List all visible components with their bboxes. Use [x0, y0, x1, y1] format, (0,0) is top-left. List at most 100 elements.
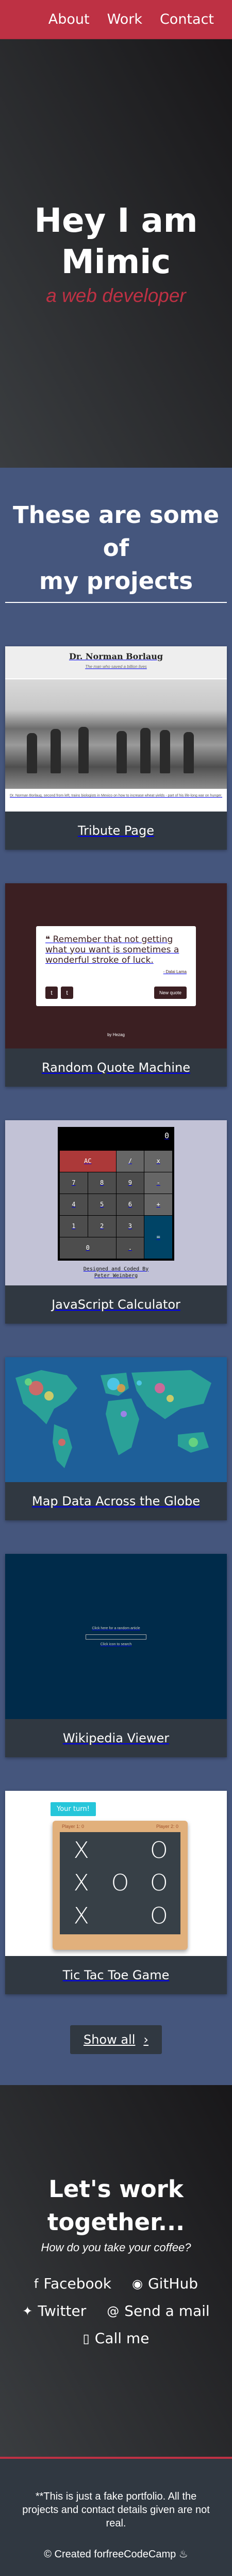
footer-credit-text: © Created forfreeCodeCamp	[44, 2549, 176, 2560]
facebook-icon: f	[34, 2276, 39, 2291]
project-title: Wikipedia Viewer	[62, 1731, 170, 1745]
nav-link-work[interactable]: Work	[98, 11, 151, 27]
calc-key: 1	[60, 1215, 88, 1237]
ttt-cell: O	[150, 1902, 168, 1929]
contact-link-facebook[interactable]: f Facebook	[34, 2275, 111, 2292]
project-tile-calculator[interactable]: 0 AC / x 7 8 9 - 4 5 6 + 1 2 3 = 0 . Des…	[5, 1120, 227, 1324]
quote-author: - Dalai Lama	[163, 969, 187, 974]
calc-key: /	[116, 1150, 144, 1172]
twitter-icon: t	[45, 986, 58, 999]
contact-link-label: Call me	[94, 2330, 150, 2347]
wiki-search-input	[86, 1634, 146, 1640]
calc-key: -	[144, 1172, 172, 1194]
projects-heading: These are some of my projects	[5, 499, 227, 603]
hero-title-line2: Mimic	[61, 243, 171, 281]
project-tile-tribute[interactable]: Dr. Norman Borlaug The man who saved a b…	[5, 646, 227, 850]
thumb-header: Dr. Norman Borlaug The man who saved a b…	[5, 646, 227, 678]
calculator-keys: AC / x 7 8 9 - 4 5 6 + 1 2 3 = 0 .	[60, 1150, 172, 1259]
contact-link-phone[interactable]: ▯ Call me	[83, 2330, 150, 2347]
project-title: Tribute Page	[77, 823, 155, 838]
quote-box: ❝ Remember that not getting what you wan…	[36, 926, 196, 1006]
footer-disclaimer: **This is just a fake portfolio. All the…	[22, 2491, 210, 2529]
contact-links: f Facebook ◉ GitHub ✦ Twitter @ Send a m…	[0, 2275, 232, 2347]
ttt-cell: O	[150, 1837, 168, 1864]
ttt-cell: X	[73, 1902, 89, 1929]
random-article-link: Click here for a random article	[92, 1627, 140, 1630]
contact-link-github[interactable]: ◉ GitHub	[132, 2275, 198, 2292]
calc-key: 0	[60, 1237, 116, 1259]
nav-link-about[interactable]: About	[40, 11, 98, 27]
project-title: Tic Tac Toe Game	[62, 1968, 170, 1982]
world-map-image	[5, 1357, 227, 1482]
hero-subtitle: a web developer	[46, 285, 186, 306]
player-left-score: Player 1: 0	[62, 1824, 85, 1829]
project-tile-map[interactable]: Map Data Across the Globe	[5, 1357, 227, 1520]
calc-key: 7	[60, 1172, 88, 1194]
project-thumbnail: Click here for a random article Click ic…	[5, 1554, 227, 1719]
top-nav: About Work Contact	[0, 0, 232, 39]
contact-section: Let's work together... How do you take y…	[0, 2085, 232, 2457]
tribute-photo	[5, 679, 227, 789]
contact-subtitle: How do you take your coffee?	[41, 2241, 191, 2254]
project-tile-quote-machine[interactable]: ❝ Remember that not getting what you wan…	[5, 883, 227, 1087]
github-icon: ◉	[132, 2276, 143, 2291]
game-grid: X O X O O X O	[60, 1832, 180, 1934]
calc-key: AC	[60, 1150, 116, 1172]
phone-icon: ▯	[82, 2331, 90, 2346]
footer: **This is just a fake portfolio. All the…	[0, 2457, 232, 2576]
project-title: Random Quote Machine	[41, 1060, 191, 1075]
thumb-tribute-caption: Dr. Norman Borlaug, second from left, tr…	[9, 794, 223, 798]
hero-title-line1: Hey I am	[34, 202, 198, 240]
contact-link-label: Send a mail	[124, 2302, 210, 2319]
project-thumbnail	[5, 1357, 227, 1482]
calc-key: =	[144, 1215, 172, 1259]
calc-key: 4	[60, 1194, 88, 1215]
contact-heading-line1: Let's work	[48, 2175, 184, 2203]
welcome-section: Hey I am Mimic a web developer	[0, 39, 232, 468]
contact-link-twitter[interactable]: ✦ Twitter	[22, 2302, 86, 2319]
ttt-cell	[101, 1900, 139, 1932]
project-tile-tic-tac-toe[interactable]: Your turn! Player 1: 0 Player 2: 0 X O X…	[5, 1791, 227, 1994]
tumblr-icon: t	[61, 986, 73, 999]
contact-link-label: Twitter	[38, 2302, 87, 2319]
calc-key: 9	[116, 1172, 144, 1194]
ttt-cell: O	[150, 1870, 168, 1897]
player-right-score: Player 2: 0	[156, 1824, 178, 1829]
calc-key: x	[144, 1150, 172, 1172]
project-thumbnail: Dr. Norman Borlaug The man who saved a b…	[5, 646, 227, 812]
projects-heading-line2: my projects	[39, 567, 193, 595]
contact-heading-line2: together...	[47, 2208, 185, 2236]
ttt-cell	[101, 1834, 139, 1867]
ttt-cell: O	[111, 1870, 129, 1897]
quote-text-body: Remember that not getting what you want …	[45, 934, 179, 965]
game-board: Player 1: 0 Player 2: 0 X O X O O X O	[53, 1821, 188, 1950]
contact-link-email[interactable]: @ Send a mail	[107, 2302, 209, 2319]
project-title: JavaScript Calculator	[52, 1297, 180, 1312]
project-tile-wikipedia[interactable]: Click here for a random article Click ic…	[5, 1554, 227, 1757]
quote-by: by Hezag	[107, 1032, 125, 1037]
twitter-icon: ✦	[22, 2303, 33, 2318]
show-all-button[interactable]: Show all ›	[70, 2025, 162, 2054]
calculator-display: 0	[164, 1131, 169, 1140]
calculator-credit: Designed and Coded By Peter Weinberg	[84, 1266, 148, 1279]
show-all-label: Show all	[83, 2032, 136, 2047]
calc-key: 3	[116, 1215, 144, 1237]
ttt-cell: X	[73, 1837, 89, 1864]
quote-left-icon: ❝	[45, 934, 53, 945]
contact-link-label: Facebook	[43, 2275, 112, 2292]
fire-icon: ♨	[178, 2549, 188, 2560]
new-quote-button: New quote	[154, 986, 187, 999]
project-title: Map Data Across the Globe	[31, 1494, 201, 1508]
nav-link-contact[interactable]: Contact	[151, 11, 223, 27]
project-thumbnail: ❝ Remember that not getting what you wan…	[5, 883, 227, 1048]
calculator-credit-line2: Peter Weinberg	[94, 1273, 138, 1279]
score-bar: Player 1: 0 Player 2: 0	[62, 1824, 178, 1829]
projects-heading-line1: These are some of	[12, 501, 220, 562]
quote-text: ❝ Remember that not getting what you wan…	[45, 934, 187, 965]
project-thumbnail: 0 AC / x 7 8 9 - 4 5 6 + 1 2 3 = 0 . Des…	[5, 1120, 227, 1285]
contact-link-label: GitHub	[147, 2275, 198, 2292]
calc-key: 8	[88, 1172, 116, 1194]
calc-key: 6	[116, 1194, 144, 1215]
calculator-credit-line1: Designed and Coded By	[83, 1266, 149, 1272]
footer-credit: © Created forfreeCodeCamp ♨	[21, 2548, 211, 2561]
